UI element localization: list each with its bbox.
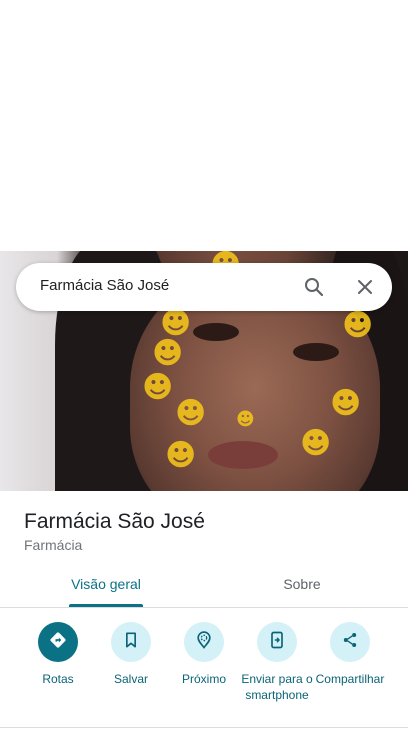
photo-eye-left (193, 323, 239, 341)
save-label: Salvar (113, 672, 148, 686)
send-to-phone-label: Enviar para o smartphone (241, 672, 313, 702)
smiley-sticker: ☻ (142, 370, 174, 405)
close-icon[interactable] (353, 275, 377, 299)
photo-eye-right (293, 343, 339, 361)
smiley-sticker: ☻ (342, 308, 374, 343)
smiley-sticker: ☻ (175, 396, 207, 431)
place-title: Farmácia São José (24, 510, 205, 533)
smiley-sticker: ☻ (300, 426, 332, 461)
nearby-label: Próximo (181, 672, 226, 686)
directions-icon (48, 630, 68, 655)
smiley-sticker: ☻ (236, 409, 255, 430)
search-icon[interactable] (302, 275, 326, 299)
nearby-icon (194, 630, 214, 655)
directions-label: Rotas (42, 672, 74, 686)
share-icon (340, 630, 360, 655)
save-button[interactable]: Salvar (93, 622, 169, 687)
tab-about[interactable]: Sobre (247, 576, 357, 592)
search-bar[interactable]: Farmácia São José (16, 263, 392, 311)
tab-overview[interactable]: Visão geral (52, 576, 160, 592)
smiley-sticker: ☻ (330, 386, 362, 421)
place-sheet: Farmácia São José Farmácia Visão geral S… (0, 491, 408, 742)
photo-lips (208, 441, 278, 469)
bookmark-icon (121, 630, 141, 655)
smiley-sticker: ☻ (160, 306, 192, 341)
smiley-sticker: ☻ (165, 438, 197, 473)
place-category: Farmácia (24, 537, 83, 553)
share-button[interactable]: Compartilhar (312, 622, 388, 687)
actions-divider (0, 727, 408, 728)
nearby-button[interactable]: Próximo (166, 622, 242, 687)
send-to-phone-icon (267, 630, 287, 655)
tabs-divider (0, 607, 408, 608)
share-label: Compartilhar (315, 672, 385, 686)
send-to-phone-button[interactable]: Enviar para o smartphone (239, 622, 315, 703)
map-blank-area (0, 0, 408, 251)
directions-button[interactable]: Rotas (20, 622, 96, 687)
smiley-sticker: ☻ (152, 336, 184, 371)
search-input[interactable]: Farmácia São José (40, 277, 169, 294)
